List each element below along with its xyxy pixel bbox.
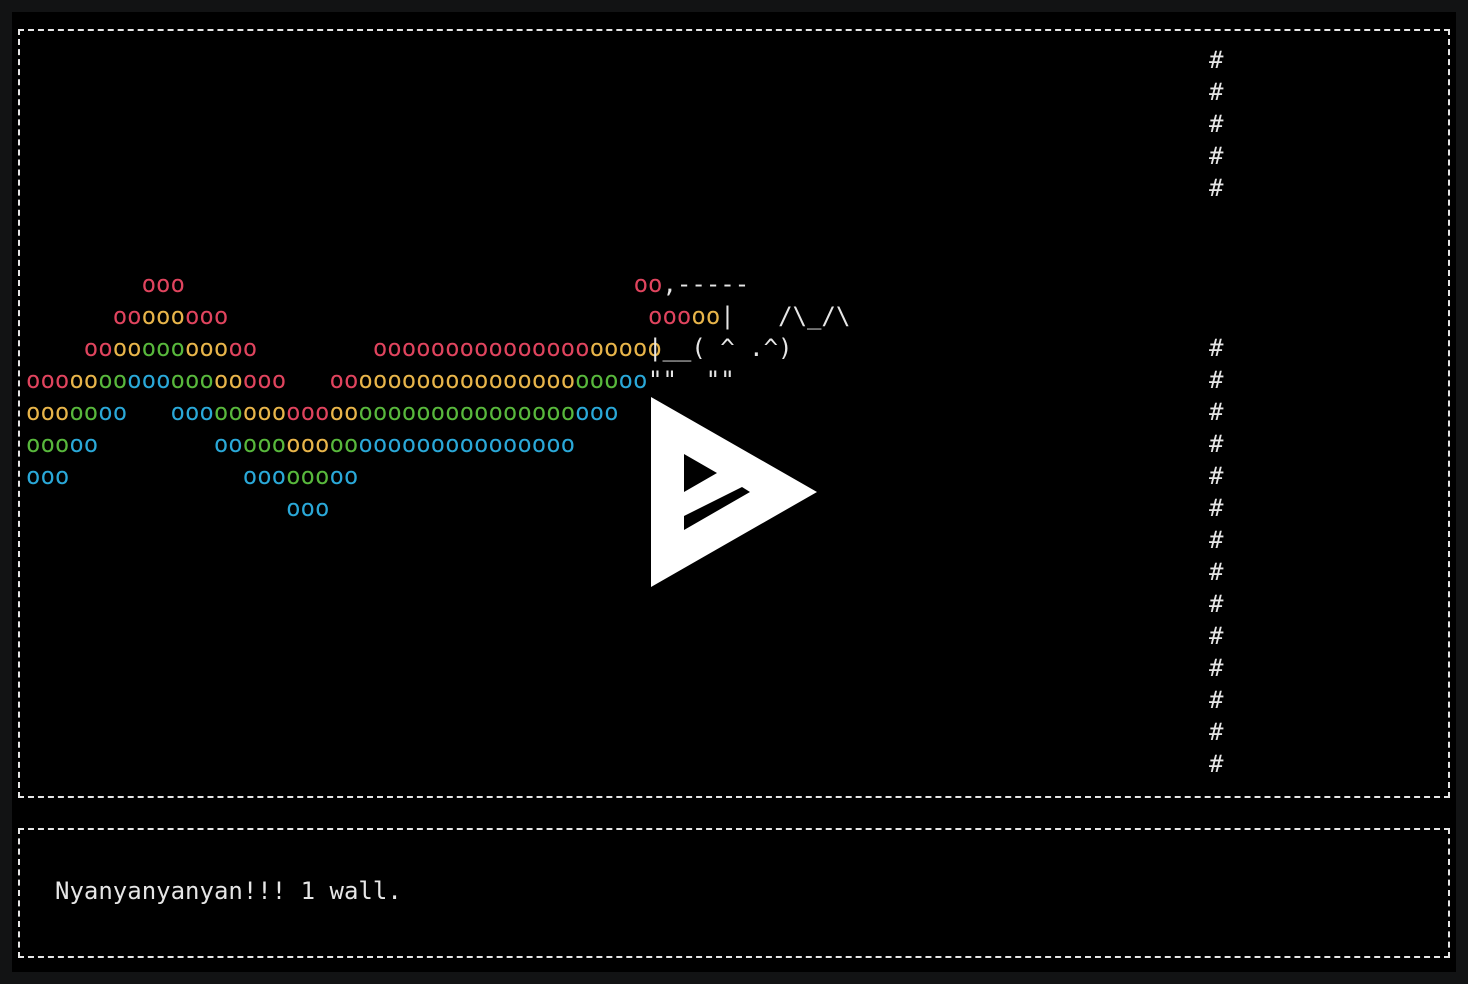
wall-block: # xyxy=(1209,110,1224,138)
wall-block: # xyxy=(1209,526,1224,554)
wall-upper-segment: # # # # # xyxy=(1209,44,1223,204)
cat-row: |__( ^ .^) xyxy=(648,332,850,364)
rainbow-row: ooo xyxy=(26,492,662,524)
rainbow-segment: ooo xyxy=(26,366,70,394)
rainbow-segment: ooo xyxy=(575,366,619,394)
asciinema-play-icon[interactable] xyxy=(651,397,817,587)
rainbow-segment xyxy=(26,302,113,330)
rainbow-segment: ooo xyxy=(170,398,214,426)
rainbow-segment: ooo xyxy=(141,270,185,298)
rainbow-segment: ooo xyxy=(127,366,171,394)
rainbow-segment: oo xyxy=(329,398,359,426)
cat-row: oo,----- xyxy=(634,268,851,300)
rainbow-row: ooooo ooooooooooooooooooooooooo xyxy=(26,428,662,460)
rainbow-segment: ooo xyxy=(286,430,330,458)
rainbow-segment xyxy=(26,334,84,362)
rainbow-segment: ooo xyxy=(26,462,70,490)
cat-segment: ,----- xyxy=(662,270,750,298)
cat-segment: "" "" xyxy=(648,366,735,394)
rainbow-segment xyxy=(185,270,199,298)
cat-segment: ooo xyxy=(648,302,692,330)
rainbow-segment: ooo xyxy=(141,334,185,362)
rainbow-row: oooooooo xyxy=(26,300,662,332)
wall-block: # xyxy=(1209,46,1224,74)
rainbow-segment: oo xyxy=(213,398,243,426)
rainbow-segment xyxy=(26,494,286,522)
rainbow-segment: ooo xyxy=(286,494,330,522)
rainbow-row: ooo xyxy=(26,268,662,300)
cat-row: "" "" xyxy=(648,364,850,396)
rainbow-segment: ooo xyxy=(26,430,70,458)
rainbow-segment xyxy=(286,366,329,394)
rainbow-row: ooo oooooooo xyxy=(26,460,662,492)
rainbow-segment: ooo xyxy=(242,430,287,458)
rainbow-segment: oo xyxy=(69,366,99,394)
rainbow-segment: ooooooooooooooo xyxy=(358,366,576,394)
rainbow-segment: ooo xyxy=(184,334,229,362)
rainbow-segment xyxy=(98,430,214,458)
rainbow-segment: oo xyxy=(98,398,128,426)
wall-block: # xyxy=(1209,398,1224,426)
wall-block: # xyxy=(1209,430,1224,458)
rainbow-row: oooooooooooo oooooooooooooooooooo xyxy=(26,332,662,364)
wall-lower-segment: # # # # # # # # # # # # # # xyxy=(1209,332,1223,780)
wall-block: # xyxy=(1209,78,1224,106)
rainbow-segment xyxy=(26,270,142,298)
wall-block: # xyxy=(1209,174,1224,202)
rainbow-segment: oo xyxy=(69,430,99,458)
rainbow-segment: oo xyxy=(329,430,359,458)
rainbow-segment xyxy=(257,334,373,362)
wall-block: # xyxy=(1209,494,1224,522)
wall-block: # xyxy=(1209,462,1224,490)
rainbow-segment: ooo xyxy=(170,366,214,394)
wall-block: # xyxy=(1209,686,1224,714)
cat-row: ooooo| /\_/\ xyxy=(619,300,850,332)
wall-block: # xyxy=(1209,622,1224,650)
nyan-cat-ascii: oo,----- ooooo| /\_/\ |__( ^ .^) "" "" xyxy=(634,268,851,396)
rainbow-segment: oo xyxy=(83,334,113,362)
rainbow-segment xyxy=(127,398,170,426)
rainbow-segment: oo xyxy=(213,366,243,394)
wall-block: # xyxy=(1209,142,1224,170)
rainbow-segment: ooo xyxy=(286,462,330,490)
wall-block: # xyxy=(1209,718,1224,746)
rainbow-row: ooooooo ooooooooooooooooooooooooooooooo xyxy=(26,396,662,428)
cat-segment xyxy=(619,302,648,330)
wall-block: # xyxy=(1209,750,1224,778)
rainbow-segment: oo xyxy=(618,366,648,394)
status-message: Nyanyanyanyan!!! 1 wall. xyxy=(55,877,402,905)
rainbow-segment: ooo xyxy=(242,366,287,394)
rainbow-segment: oo xyxy=(69,398,99,426)
wall-block: # xyxy=(1209,334,1224,362)
rainbow-segment: ooo xyxy=(184,302,229,330)
rainbow-segment: oo xyxy=(112,334,142,362)
rainbow-segment: ooo xyxy=(242,462,287,490)
rainbow-segment: ooooooooooooooo xyxy=(358,398,576,426)
rainbow-row: oooooooooooooooooo ooooooooooooooooooooo… xyxy=(26,364,662,396)
wall-block: # xyxy=(1209,590,1224,618)
wall-block: # xyxy=(1209,558,1224,586)
rainbow-segment: ooo xyxy=(26,398,70,426)
rainbow-segment: ooo xyxy=(286,398,330,426)
cat-segment: oo xyxy=(633,270,663,298)
rainbow-segment: ooo xyxy=(141,302,185,330)
cat-segment: |__( ^ .^) xyxy=(648,334,793,362)
rainbow-segment: oo xyxy=(98,366,128,394)
rainbow-segment: ooooooooooooooo xyxy=(372,334,590,362)
rainbow-segment: oo xyxy=(112,302,142,330)
rainbow-segment: ooooooooooooooo xyxy=(358,430,576,458)
wall-block: # xyxy=(1209,366,1224,394)
rainbow-segment: oo xyxy=(228,334,258,362)
rainbow-segment: oo xyxy=(213,430,243,458)
rainbow-segment: ooo xyxy=(242,398,287,426)
cat-segment: oo xyxy=(691,302,721,330)
rainbow-segment: oo xyxy=(329,366,359,394)
wall-block: # xyxy=(1209,654,1224,682)
rainbow-segment: ooo xyxy=(575,398,619,426)
nyan-rainbow-trail: ooo oooooooo oooooooooooo oooooooooooooo… xyxy=(26,268,662,524)
rainbow-segment xyxy=(69,462,242,490)
cat-segment: | /\_/\ xyxy=(720,302,851,330)
terminal-player[interactable]: ooo oooooooo oooooooooooo oooooooooooooo… xyxy=(12,12,1456,972)
rainbow-segment: oo xyxy=(329,462,359,490)
